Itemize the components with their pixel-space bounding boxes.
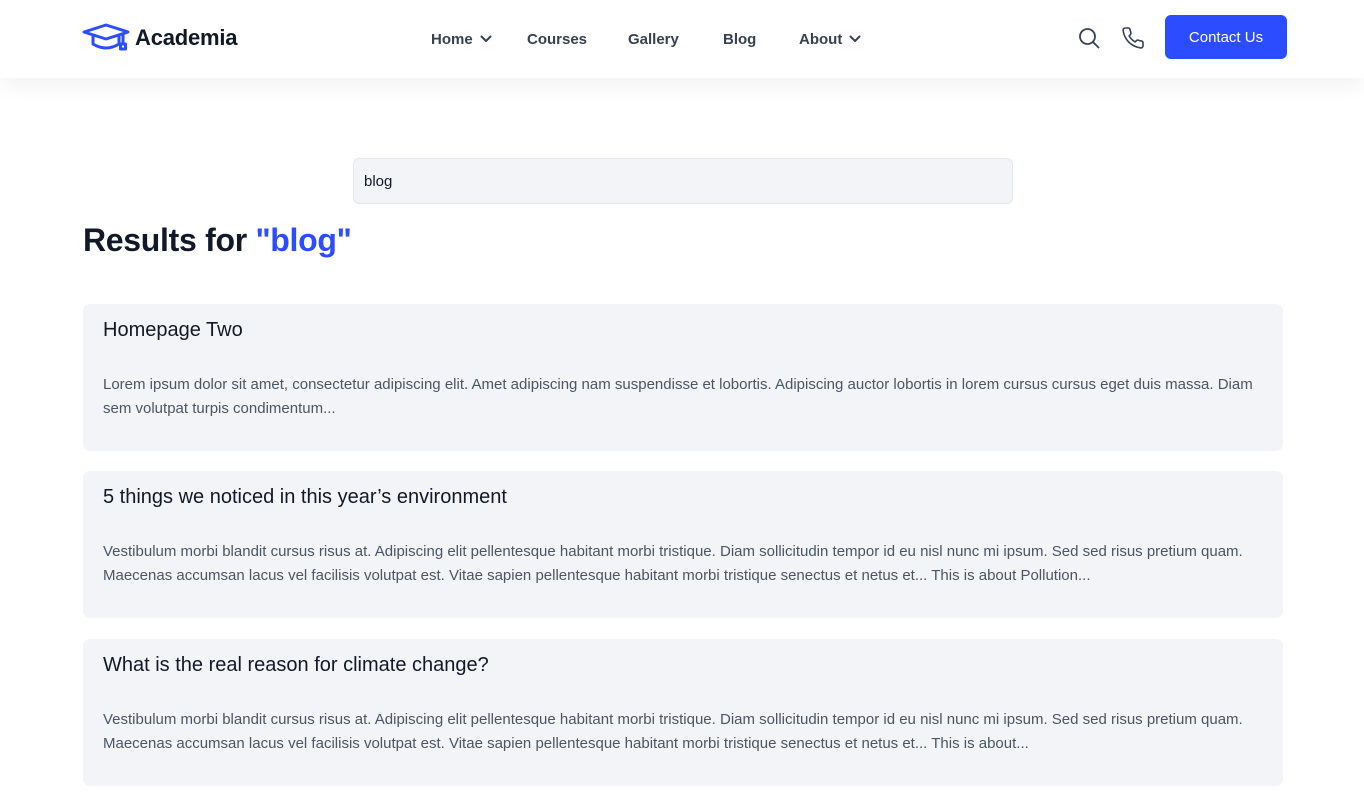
chevron-down-icon [480, 35, 492, 42]
brand-name: Academia [135, 25, 238, 50]
nav-gallery[interactable]: Gallery [628, 27, 679, 51]
result-title[interactable]: Homepage Two [103, 319, 243, 342]
nav-home-label: Home [431, 30, 473, 48]
search-result-card[interactable]: Homepage Two Lorem ipsum dolor sit amet,… [83, 304, 1283, 451]
nav-blog[interactable]: Blog [723, 27, 756, 51]
results-heading-prefix: Results for [83, 222, 256, 258]
result-title[interactable]: What is the real reason for climate chan… [103, 654, 489, 677]
result-excerpt: Lorem ipsum dolor sit amet, consectetur … [103, 376, 1253, 417]
nav-home[interactable]: Home [431, 27, 492, 51]
result-excerpt: Vestibulum morbi blandit cursus risus at… [103, 543, 1243, 584]
search-result-card[interactable]: What is the real reason for climate chan… [83, 639, 1283, 786]
nav-courses-label: Courses [527, 30, 588, 48]
nav-courses[interactable]: Courses [527, 27, 587, 51]
graduation-cap-icon [82, 23, 130, 51]
site-logo[interactable]: Academia [82, 22, 238, 54]
nav-about-label: About [799, 30, 843, 48]
results-heading: Results for "blog" [83, 222, 352, 259]
result-title[interactable]: 5 things we noticed in this year’s envir… [103, 486, 507, 509]
search-icon[interactable] [1077, 26, 1101, 50]
phone-icon[interactable] [1121, 26, 1145, 50]
nav-blog-label: Blog [723, 30, 757, 48]
nav-gallery-label: Gallery [628, 30, 679, 48]
nav-about[interactable]: About [799, 27, 861, 51]
site-header: Academia Home Courses Gallery Blog About… [0, 0, 1364, 78]
result-excerpt: Vestibulum morbi blandit cursus risus at… [103, 711, 1243, 752]
results-query: "blog" [255, 222, 352, 258]
contact-us-button[interactable]: Contact Us [1165, 15, 1287, 59]
search-result-card[interactable]: 5 things we noticed in this year’s envir… [83, 471, 1283, 618]
chevron-down-icon [849, 35, 861, 42]
search-input[interactable] [353, 158, 1013, 204]
